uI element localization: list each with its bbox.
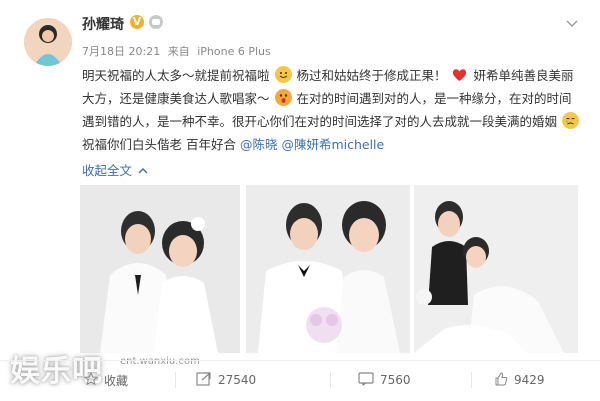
verified-badge-icon: V: [130, 15, 144, 29]
post-seg1: 明天祝福的人太多～就提前祝福啦: [82, 68, 270, 83]
photo-3[interactable]: [414, 185, 578, 353]
username[interactable]: 孙耀琦: [82, 14, 124, 34]
photo-2[interactable]: [246, 185, 410, 353]
post-meta: 7月18日 20:21 来自 iPhone 6 Plus: [82, 43, 275, 59]
repost-button[interactable]: 27540: [196, 368, 256, 392]
avatar[interactable]: [24, 18, 72, 66]
smile-emoji: [274, 66, 292, 83]
watermark-subtext: ent.wanxiu.com: [120, 356, 200, 367]
member-icon: [149, 15, 163, 29]
repost-count: 27540: [218, 373, 257, 387]
footer-divider: [0, 360, 600, 361]
source-prefix: 来自: [167, 45, 190, 58]
cry-emoji: [562, 112, 579, 129]
action-separator: [471, 372, 472, 388]
mention-chenyanxi[interactable]: @陳妍希michelle: [281, 137, 384, 152]
post-time[interactable]: 7月18日 20:21: [82, 45, 160, 58]
heart-emoji: [451, 66, 468, 83]
chevron-down-icon[interactable]: [566, 14, 578, 27]
thumbs-up-icon: [494, 371, 514, 389]
action-separator: [175, 372, 176, 388]
post-seg2: 杨过和姑姑终于修成正果！: [296, 68, 447, 83]
comment-icon: [358, 371, 380, 389]
star-icon: [83, 371, 104, 389]
photo-1[interactable]: [80, 185, 240, 353]
collapse-text-link[interactable]: 收起全文: [82, 160, 148, 179]
mention-chenxiao[interactable]: @陈晓: [240, 137, 278, 152]
like-button[interactable]: 9429: [494, 368, 545, 392]
repost-icon: [196, 371, 218, 389]
surprise-emoji: [274, 89, 292, 106]
post-text: 明天祝福的人太多～就提前祝福啦 杨过和姑姑终于修成正果！ 妍希单纯善良美丽大方，…: [82, 64, 582, 156]
action-separator: [330, 372, 331, 388]
post-source[interactable]: iPhone 6 Plus: [197, 45, 271, 58]
post-seg5: 祝福你们白头偕老 百年好合: [82, 137, 240, 152]
comment-count: 7560: [380, 373, 411, 387]
like-count: 9429: [514, 373, 545, 387]
favorite-button[interactable]: 收藏: [83, 368, 129, 392]
chevron-up-icon: [138, 167, 148, 178]
comment-button[interactable]: 7560: [358, 368, 411, 392]
favorite-label: 收藏: [104, 373, 129, 388]
collapse-label: 收起全文: [82, 163, 133, 178]
